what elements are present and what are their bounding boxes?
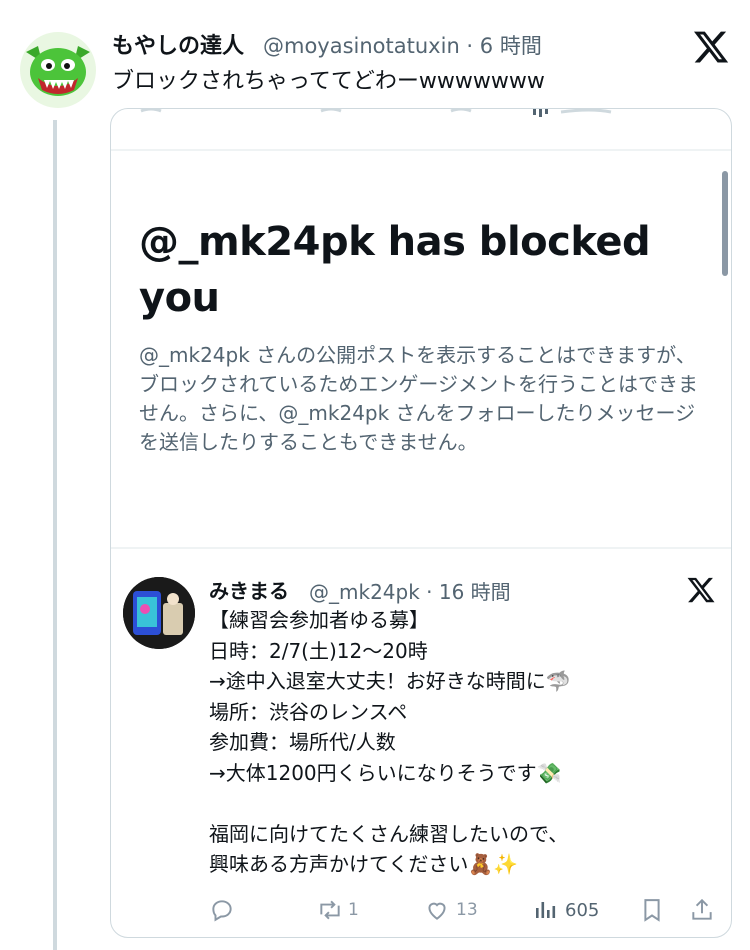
like-button[interactable]: 13 xyxy=(424,895,478,925)
bookmark-button[interactable] xyxy=(641,895,663,925)
embedded-image-card[interactable]: @_mk24pk has blocked you @_mk24pk さんの公開ポ… xyxy=(110,108,732,938)
divider xyxy=(111,149,731,151)
reply-icon xyxy=(212,900,232,922)
retweet-count: 1 xyxy=(348,900,359,920)
goblin-avatar-icon xyxy=(26,46,90,96)
quoted-author-handle-time[interactable]: @_mk24pk · 16 時間 xyxy=(309,576,511,605)
quoted-line: 福岡に向けてたくさん練習したいので、 xyxy=(209,821,569,846)
views-count: 605 xyxy=(565,899,600,921)
author-handle-time[interactable]: @moyasinotatuxin · 6 時間 xyxy=(263,30,542,60)
quoted-line: 場所：渋谷のレンスペ xyxy=(209,699,408,724)
quoted-line: 興味ある方声かけてください🧸✨ xyxy=(209,852,519,876)
quoted-author-name[interactable]: みきまる xyxy=(209,575,289,604)
share-button[interactable] xyxy=(689,895,715,925)
thread-line xyxy=(53,120,57,950)
tweet-text: ブロックされちゃっててどわーwwwwwww xyxy=(112,69,545,94)
retweet-icon xyxy=(320,900,340,920)
quoted-tweet-text: 【練習会参加者ゆる募】 日時：2/7(土)12〜20時 →途中入退室大丈夫！お好… xyxy=(209,605,709,880)
scrollbar[interactable] xyxy=(722,171,728,276)
quoted-line: →途中入退室大丈夫！お好きな時間に🦈 xyxy=(209,669,571,693)
views-icon xyxy=(536,902,556,918)
x-logo-icon[interactable] xyxy=(692,28,730,66)
quoted-line: 参加費：場所代/人数 xyxy=(209,730,396,754)
bookmark-icon xyxy=(644,899,660,922)
heart-icon xyxy=(428,902,446,920)
blocked-title: @_mk24pk has blocked you xyxy=(139,219,651,321)
quoted-avatar[interactable] xyxy=(123,577,195,649)
cropped-action-bar xyxy=(111,109,731,149)
reply-button[interactable] xyxy=(209,895,235,925)
views-button[interactable]: 605 xyxy=(533,895,599,925)
quoted-line: 日時：2/7(土)12〜20時 xyxy=(209,638,428,663)
retweet-button[interactable]: 1 xyxy=(316,895,359,925)
figure-collection-avatar-icon xyxy=(123,577,195,649)
quoted-line: 【練習会参加者ゆる募】 xyxy=(209,608,429,632)
quoted-line xyxy=(209,788,709,819)
outer-avatar[interactable] xyxy=(20,32,96,108)
author-name[interactable]: もやしの達人 xyxy=(112,28,244,60)
blocked-description: @_mk24pk さんの公開ポストを表示することはできますが、ブロックされている… xyxy=(139,343,698,454)
quoted-line: →大体1200円くらいになりそうです💸 xyxy=(209,760,562,785)
divider xyxy=(111,547,731,549)
share-icon xyxy=(692,898,712,920)
x-logo-icon[interactable] xyxy=(686,575,716,605)
like-count: 13 xyxy=(456,900,478,920)
